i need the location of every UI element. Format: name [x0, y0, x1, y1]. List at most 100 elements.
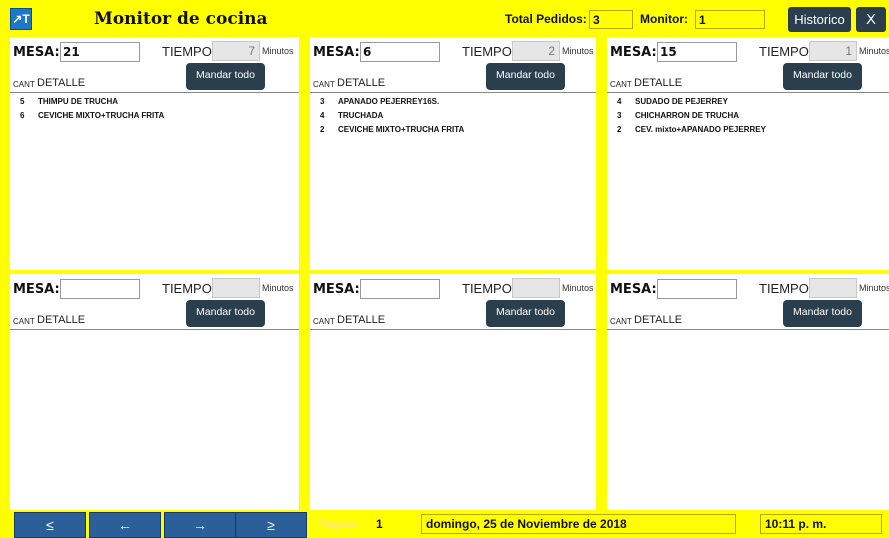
- order-panel: MESA: 15 TIEMPO 1 Minutos Mandar todo CANT DETA…: [607, 37, 889, 270]
- monitor-label: Monitor:: [640, 12, 688, 26]
- detalle-column-header: DETALLE: [634, 314, 683, 326]
- order-item-qty: 4: [617, 97, 622, 106]
- order-panel: MESA: TIEMPO Minutos Mandar todo CANT DETALLE: [310, 274, 596, 510]
- date-display: domingo, 25 de Noviembre de 2018: [421, 514, 736, 534]
- tiempo-label: TIEMPO: [162, 44, 212, 59]
- total-orders-label: Total Pedidos:: [505, 12, 587, 26]
- page-label: Página:: [318, 518, 358, 530]
- close-button[interactable]: X: [856, 7, 886, 32]
- order-item[interactable]: 4 SUDADO DE PEJERREY: [607, 95, 889, 109]
- order-item-qty: 6: [20, 111, 25, 120]
- divider: [10, 92, 299, 93]
- mesa-field[interactable]: [360, 279, 440, 299]
- order-item-qty: 2: [320, 125, 325, 134]
- mesa-label: MESA:: [313, 45, 360, 60]
- cant-column-header: CANT: [610, 317, 632, 326]
- mesa-field[interactable]: 15: [657, 42, 737, 62]
- order-item-qty: 5: [20, 97, 25, 106]
- next-page-button[interactable]: →: [164, 512, 236, 538]
- order-panel: MESA: TIEMPO Minutos Mandar todo CANT DETALLE: [10, 274, 299, 510]
- mandar-todo-button[interactable]: Mandar todo: [186, 300, 265, 327]
- order-item-qty: 4: [320, 111, 325, 120]
- time-display: 10:11 p. m.: [760, 514, 882, 534]
- tiempo-field: 7: [212, 41, 260, 61]
- minutos-label: Minutos: [859, 283, 889, 293]
- order-item-list: 4 SUDADO DE PEJERREY 3 CHICHARRON DE TRUCHA…: [607, 95, 889, 137]
- mandar-todo-button[interactable]: Mandar todo: [783, 300, 862, 327]
- order-item-desc: CEVICHE MIXTO+TRUCHA FRITA: [38, 111, 165, 120]
- mandar-todo-button[interactable]: Mandar todo: [783, 63, 862, 90]
- order-item[interactable]: 3 APANADO PEJERREY16S.: [310, 95, 596, 109]
- order-panel: MESA: TIEMPO Minutos Mandar todo CANT DETALLE: [607, 274, 889, 510]
- order-item-qty: 3: [320, 97, 325, 106]
- cant-column-header: CANT: [313, 80, 335, 89]
- order-item[interactable]: 3 CHICHARRON DE TRUCHA: [607, 109, 889, 123]
- detalle-column-header: DETALLE: [37, 77, 86, 89]
- app-title: Monitor de cocina: [94, 9, 268, 29]
- order-item[interactable]: 4 TRUCHADA: [310, 109, 596, 123]
- order-item-desc: TRUCHADA: [338, 111, 384, 120]
- last-page-button[interactable]: ≥: [235, 512, 307, 538]
- order-item[interactable]: 2 CEV. mixto+APANADO PEJERREY: [607, 123, 889, 137]
- detalle-column-header: DETALLE: [337, 77, 386, 89]
- historico-button[interactable]: Historico: [788, 7, 851, 32]
- mesa-label: MESA:: [13, 282, 60, 297]
- detalle-column-header: DETALLE: [37, 314, 86, 326]
- minutos-label: Minutos: [859, 46, 889, 56]
- order-item-desc: SUDADO DE PEJERREY: [635, 97, 728, 106]
- mandar-todo-button[interactable]: Mandar todo: [486, 300, 565, 327]
- mandar-todo-button[interactable]: Mandar todo: [186, 63, 265, 90]
- cant-column-header: CANT: [13, 80, 35, 89]
- order-item-desc: CEV. mixto+APANADO PEJERREY: [635, 125, 766, 134]
- cant-column-header: CANT: [313, 317, 335, 326]
- mesa-field[interactable]: 6: [360, 42, 440, 62]
- order-item[interactable]: 2 CEVICHE MIXTO+TRUCHA FRITA: [310, 123, 596, 137]
- minutos-label: Minutos: [262, 283, 294, 293]
- divider: [607, 92, 889, 93]
- prev-page-button[interactable]: ←: [89, 512, 161, 538]
- order-item-desc: APANADO PEJERREY16S.: [338, 97, 440, 106]
- order-item-qty: 3: [617, 111, 622, 120]
- order-item-qty: 2: [617, 125, 622, 134]
- tiempo-label: TIEMPO: [462, 44, 512, 59]
- page-number: 1: [376, 517, 383, 531]
- mesa-field[interactable]: [657, 279, 737, 299]
- divider: [607, 329, 889, 330]
- app-logo-icon: ↗T: [10, 8, 32, 30]
- order-item-list: 5 THIMPU DE TRUCHA 6 CEVICHE MIXTO+TRUCHA F…: [10, 95, 299, 123]
- header-bar: ↗T Monitor de cocina Total Pedidos: 3 Mo…: [0, 0, 889, 36]
- tiempo-field: 2: [512, 41, 560, 61]
- monitor-value: 1: [695, 10, 765, 29]
- detalle-column-header: DETALLE: [634, 77, 683, 89]
- minutos-label: Minutos: [562, 46, 594, 56]
- tiempo-field: [212, 278, 260, 298]
- minutos-label: Minutos: [562, 283, 594, 293]
- mesa-label: MESA:: [610, 45, 657, 60]
- tiempo-label: TIEMPO: [162, 281, 212, 296]
- mesa-label: MESA:: [313, 282, 360, 297]
- mesa-field[interactable]: 21: [60, 42, 140, 62]
- detalle-column-header: DETALLE: [337, 314, 386, 326]
- mesa-label: MESA:: [610, 282, 657, 297]
- mesa-label: MESA:: [13, 45, 60, 60]
- tiempo-label: TIEMPO: [462, 281, 512, 296]
- tiempo-field: [512, 278, 560, 298]
- mesa-field[interactable]: [60, 279, 140, 299]
- tiempo-label: TIEMPO: [759, 44, 809, 59]
- order-item[interactable]: 6 CEVICHE MIXTO+TRUCHA FRITA: [10, 109, 299, 123]
- total-orders-value: 3: [589, 10, 633, 29]
- tiempo-field: [809, 278, 857, 298]
- order-panel: MESA: 21 TIEMPO 7 Minutos Mandar todo CANT DETA…: [10, 37, 299, 270]
- tiempo-field: 1: [809, 41, 857, 61]
- cant-column-header: CANT: [13, 317, 35, 326]
- first-page-button[interactable]: ≤: [14, 512, 86, 538]
- divider: [310, 329, 596, 330]
- tiempo-label: TIEMPO: [759, 281, 809, 296]
- order-item[interactable]: 5 THIMPU DE TRUCHA: [10, 95, 299, 109]
- order-item-desc: CHICHARRON DE TRUCHA: [635, 111, 739, 120]
- mandar-todo-button[interactable]: Mandar todo: [486, 63, 565, 90]
- order-panel: MESA: 6 TIEMPO 2 Minutos Mandar todo CANT DETAL…: [310, 37, 596, 270]
- divider: [310, 92, 596, 93]
- order-item-list: 3 APANADO PEJERREY16S. 4 TRUCHADA 2 CEVICHE M…: [310, 95, 596, 137]
- order-item-desc: THIMPU DE TRUCHA: [38, 97, 118, 106]
